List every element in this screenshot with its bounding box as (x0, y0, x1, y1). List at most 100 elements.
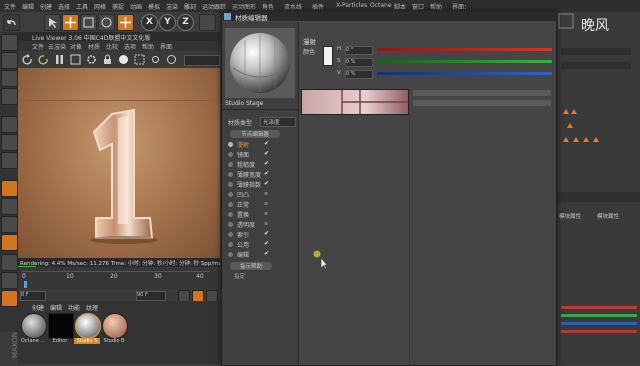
menu-item-create[interactable]: 创建 (40, 2, 52, 11)
display-mode-dropdown[interactable] (184, 55, 220, 66)
channel-normal[interactable]: 正常 ▪ (227, 200, 297, 209)
scale-tool-button[interactable] (80, 14, 97, 31)
restart-icon[interactable] (38, 54, 49, 65)
channel-specular[interactable]: 镜面 ✔ (227, 150, 297, 159)
channel-opacity[interactable]: 透明度 ▪ (227, 220, 297, 229)
locked-workplane-button[interactable] (1, 272, 18, 289)
texture-preview[interactable] (301, 89, 409, 115)
menu-item-help[interactable]: 帮助 (430, 2, 442, 11)
mm-menu-edit[interactable]: 编辑 (50, 303, 62, 312)
lv-menu-object[interactable]: 对象 (70, 42, 82, 51)
menu-item-sculpt[interactable]: 雕刻 (184, 2, 196, 11)
timeline[interactable]: 0 10 20 30 40 (18, 267, 220, 289)
rotate-tool-button[interactable] (98, 14, 115, 31)
menu-item-tools[interactable]: 工具 (76, 2, 88, 11)
axis-x-button[interactable]: X (141, 14, 158, 31)
edges-mode-button[interactable] (1, 134, 18, 151)
refresh-icon[interactable] (22, 54, 33, 65)
channel-bump[interactable]: 凹凸 ▪ (227, 190, 297, 199)
menu-item-render[interactable]: 渲染 (166, 2, 178, 11)
axis-z-button[interactable]: Z (177, 14, 194, 31)
lv-menu-help[interactable]: 帮助 (142, 42, 154, 51)
channel-index[interactable]: 索引 ✔ (227, 230, 297, 239)
menu-item-octane[interactable]: Octane (370, 2, 392, 9)
pick-material-icon[interactable] (166, 54, 177, 65)
axis-y-button[interactable]: Y (159, 14, 176, 31)
menu-item-plugins[interactable]: 插件 (312, 2, 324, 11)
tweak-mode-button[interactable] (1, 198, 18, 215)
material-swatch-selected[interactable] (75, 313, 101, 339)
menu-item-script[interactable]: 脚本 (394, 2, 406, 11)
select-tool-button[interactable] (44, 14, 61, 31)
material-type-dropdown[interactable]: 光泽度 (260, 117, 296, 127)
pause-icon[interactable] (54, 54, 65, 65)
world-coordinates-button[interactable] (199, 14, 216, 31)
lock-icon[interactable] (102, 54, 113, 65)
lv-menu-material[interactable]: 材质 (88, 42, 100, 51)
menu-item-edit[interactable]: 编辑 (22, 2, 34, 11)
coordinate-button[interactable] (117, 14, 134, 31)
s-slider[interactable] (377, 60, 552, 63)
quantize-button[interactable] (1, 290, 18, 307)
menu-item-animate[interactable]: 动画 (130, 2, 142, 11)
lv-menu-file[interactable]: 文件 (32, 42, 44, 51)
channel-common[interactable]: 公用 ✔ (227, 240, 297, 249)
soft-select-button[interactable] (1, 216, 18, 233)
node-editor-button[interactable]: 节点编辑器 (230, 130, 280, 138)
material-editor-titlebar[interactable]: 材质编辑器 (221, 11, 557, 22)
channel-editor[interactable]: 编辑 ✔ (227, 250, 297, 259)
undo-button[interactable] (3, 14, 20, 31)
menu-item-character[interactable]: 角色 (262, 2, 274, 11)
mm-menu-texture[interactable]: 纹理 (86, 303, 98, 312)
material-swatch[interactable] (48, 313, 74, 339)
texture-options-field[interactable] (413, 100, 551, 106)
mm-menu-function[interactable]: 功能 (68, 303, 80, 312)
menu-item-mograph[interactable]: 运动图形 (232, 2, 256, 11)
polygons-mode-button[interactable] (1, 152, 18, 169)
material-ball-icon[interactable] (118, 54, 129, 65)
channel-diffuse[interactable]: 漫射 ✔ (227, 140, 297, 149)
channel-displacement[interactable]: 置换 ▪ (227, 210, 297, 219)
s-value-field[interactable]: 0 % (345, 58, 373, 67)
v-value-field[interactable]: 0 % (345, 70, 373, 79)
enable-axis-button[interactable] (1, 180, 18, 197)
v-slider[interactable] (377, 72, 552, 75)
material-swatch[interactable] (102, 313, 128, 339)
move-tool-button[interactable] (62, 14, 79, 31)
color-swatch[interactable] (323, 46, 333, 66)
lv-menu-cloud[interactable]: 云渲染 (48, 42, 66, 51)
axis-mode-button[interactable] (1, 88, 18, 105)
gear-icon[interactable] (86, 54, 97, 65)
menu-item-layout[interactable]: 界面： (452, 2, 470, 11)
menu-item-xparticles[interactable]: X-Particles (336, 2, 367, 9)
menu-item-select[interactable]: 选择 (58, 2, 70, 11)
menu-item-pipeline[interactable]: 流水线 (284, 2, 302, 11)
playhead[interactable] (24, 281, 27, 288)
menu-item-mesh[interactable]: 网格 (94, 2, 106, 11)
lv-menu-options[interactable]: 选项 (124, 42, 136, 51)
model-mode-button[interactable] (1, 52, 18, 69)
make-editable-button[interactable] (1, 34, 18, 51)
snap-button[interactable] (1, 234, 18, 251)
menu-item-snap[interactable]: 捕捉 (112, 2, 124, 11)
texture-mode-button[interactable] (1, 70, 18, 87)
stop-icon[interactable] (70, 54, 81, 65)
region-render-icon[interactable] (134, 54, 145, 65)
workplane-button[interactable] (1, 254, 18, 271)
h-slider[interactable] (377, 48, 552, 51)
mm-menu-create[interactable]: 创建 (32, 303, 44, 312)
render-view[interactable] (18, 68, 220, 258)
h-value-field[interactable]: 0 ° (345, 46, 373, 55)
channel-film-index[interactable]: 薄膜指数 ✔ (227, 180, 297, 189)
texture-path-field[interactable] (413, 90, 551, 96)
assign-help-button[interactable]: 指示帮助 (230, 262, 272, 270)
pick-focus-icon[interactable] (150, 54, 161, 65)
end-frame-field[interactable]: 90 F (136, 291, 166, 301)
lv-menu-compare[interactable]: 比较 (106, 42, 118, 51)
channel-film-width[interactable]: 薄膜宽度 ✔ (227, 170, 297, 179)
channel-roughness[interactable]: 粗糙度 ✔ (227, 160, 297, 169)
material-swatch[interactable] (21, 313, 47, 339)
menu-item-window[interactable]: 窗口 (412, 2, 424, 11)
menu-item-motion-tracking[interactable]: 运动跟踪 (202, 2, 226, 11)
start-frame-field[interactable]: 0 F (20, 291, 46, 301)
